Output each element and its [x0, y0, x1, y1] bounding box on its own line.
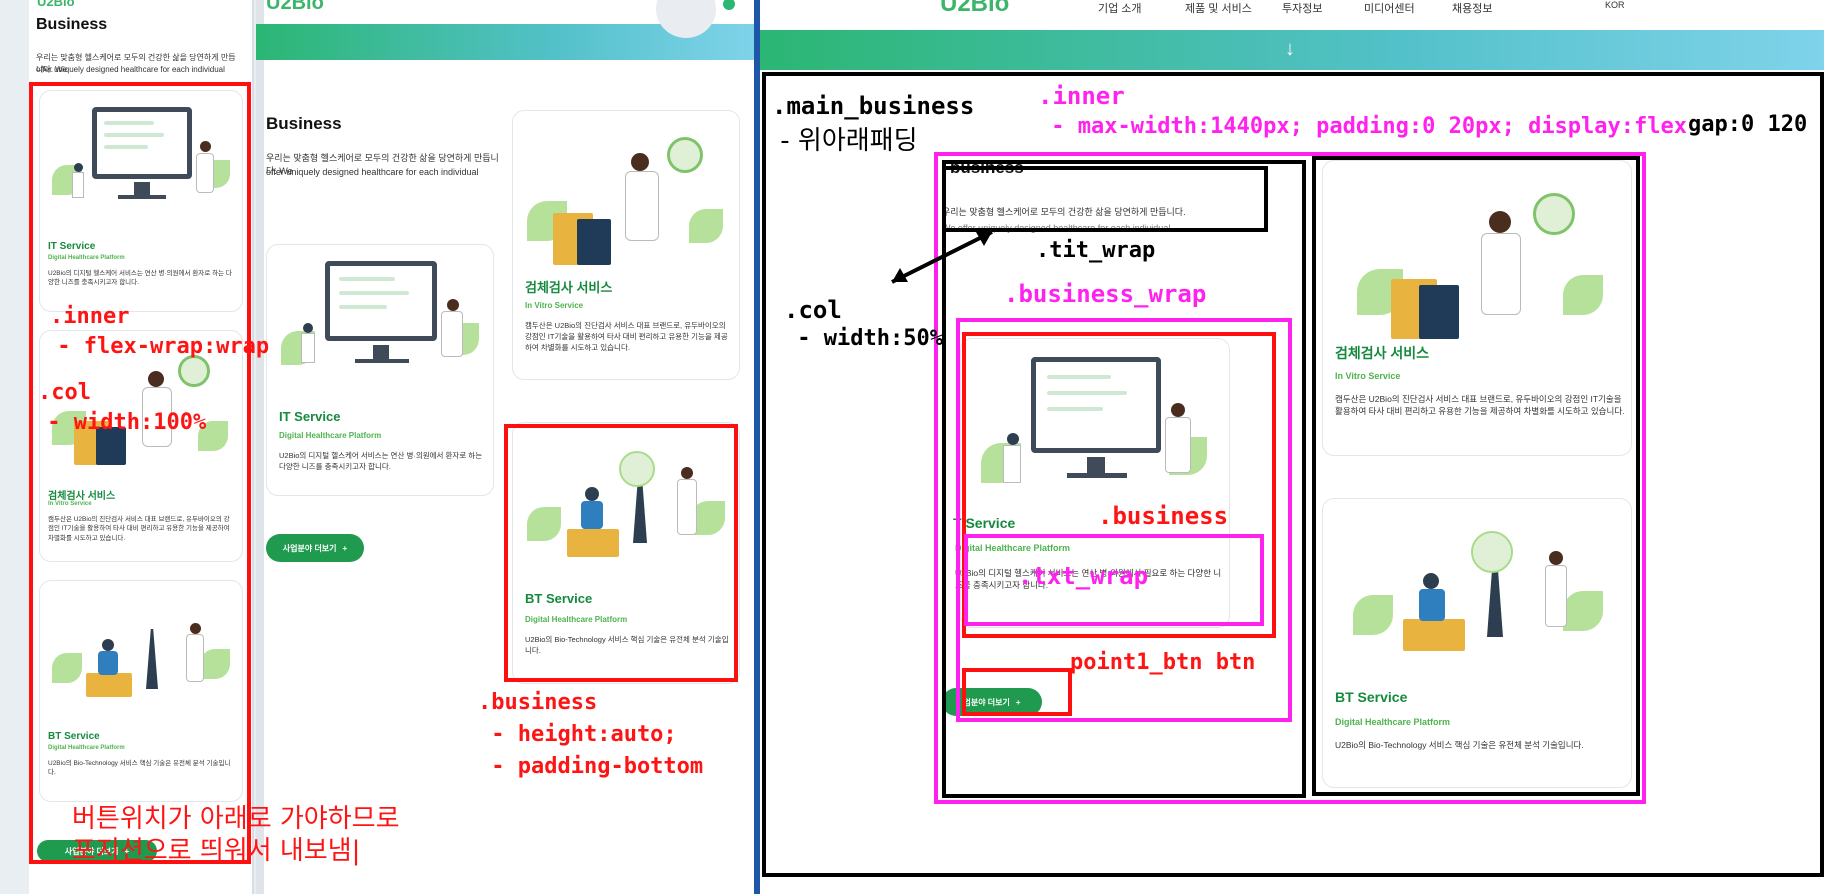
annotation-col: .col [784, 296, 842, 324]
annotation-inner: .inner [1038, 82, 1125, 110]
more-business-button[interactable]: 사업분야 더보기 + [266, 534, 364, 562]
nav-item-company[interactable]: 기업 소개 [1098, 0, 1142, 16]
annotation-col-prop: - width:50% [784, 326, 943, 351]
nav-item-products[interactable]: 제품 및 서비스 [1185, 0, 1252, 16]
logo[interactable]: U2Bio [940, 0, 1009, 18]
annotation-business-wrap: .business_wrap [1004, 280, 1207, 308]
panel-divider [252, 0, 254, 894]
annotation-inner: .inner [50, 304, 130, 329]
card-title: 검체검사 서비스 [525, 280, 613, 295]
annotation-main-business: .main_business [772, 92, 975, 120]
panel-gutter [256, 0, 264, 894]
plus-icon: + [342, 543, 348, 553]
annotation-tit-wrap: .tit_wrap [1036, 238, 1156, 263]
annotation-business: .business [478, 690, 598, 715]
annotation-box-business [504, 424, 738, 682]
annotation-inner-prop: - flex-wrap:wrap [44, 334, 270, 359]
annotation-box-point-btn [962, 668, 1072, 716]
card-body: U2Bio의 디지털 헬스케어 서비스는 연산 병·의원에서 환자로 하는 다양… [279, 451, 483, 471]
annotation-height: - height:auto; [478, 722, 677, 747]
logo[interactable]: U2Bio [266, 0, 324, 15]
annotation-box-col-right [1312, 156, 1640, 796]
annotation-main-business-sub: - 위아래패딩 [772, 126, 918, 156]
down-arrow-icon[interactable]: ↓ [1285, 38, 1295, 61]
annotation-arrow [891, 230, 993, 284]
section-desc-en: offer uniquely designed healthcare for e… [266, 167, 479, 177]
annotation-col-prop: - width:100% [34, 410, 207, 435]
nav-item-media[interactable]: 미디어센터 [1364, 0, 1415, 16]
it-illustration [281, 259, 481, 379]
section-desc-en: offer uniquely designed healthcare for e… [36, 65, 225, 74]
card-body: 캠두산은 U2Bio의 진단검사 서비스 대표 브랜드로, 유두바이오의 강점인… [525, 321, 728, 352]
annotation-col: .col [38, 380, 91, 405]
logo[interactable]: U2Bio [37, 0, 75, 9]
annotation-business: .business [1098, 502, 1229, 530]
card-subtitle: Digital Healthcare Platform [279, 431, 382, 440]
annotation-inner-prop: - max-width:1440px; padding:0 20px; disp… [1038, 114, 1688, 139]
annotation-padding: - padding-bottom [478, 754, 704, 779]
menu-icon[interactable] [723, 0, 735, 10]
it-service-card[interactable]: IT Service Digital Healthcare Platform U… [266, 244, 494, 496]
nav-item-ir[interactable]: 투자정보 [1282, 0, 1322, 16]
button-label: 사업분야 더보기 [282, 543, 337, 553]
annotation-gap: gap:0 120 [1688, 112, 1808, 137]
language-selector[interactable]: KOR [1605, 0, 1625, 10]
card-subtitle: In Vitro Service [525, 301, 584, 310]
annotation-txt-wrap: .txt_wrap [1018, 562, 1149, 590]
nav-item-careers[interactable]: 채용정보 [1452, 0, 1492, 16]
card-title: IT Service [279, 409, 341, 424]
annotation-box-inner [29, 82, 251, 864]
section-title: Business [36, 16, 108, 33]
annotation-point-btn: point1_btn btn [1070, 650, 1256, 675]
annotation-note-line2: 포지션으로 띄워서 내보냄| [72, 836, 361, 866]
ivd-service-card[interactable]: 검체검사 서비스 In Vitro Service 캠두산은 U2Bio의 진단… [512, 110, 740, 380]
section-title: Business [266, 114, 342, 133]
ivd-illustration [527, 121, 727, 271]
